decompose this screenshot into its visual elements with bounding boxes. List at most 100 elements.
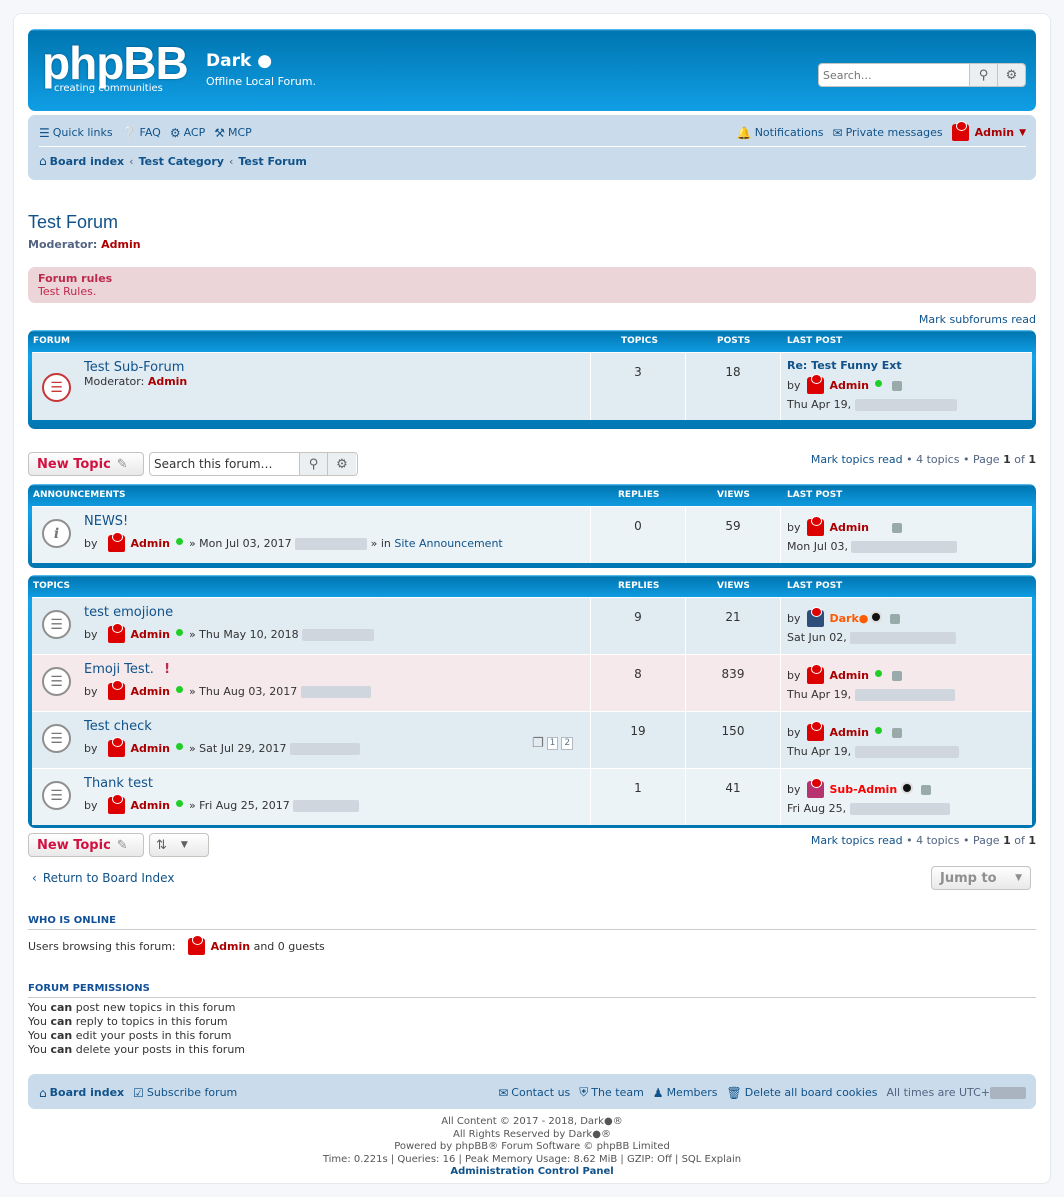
menu-icon: ☰	[39, 125, 50, 140]
topic-author[interactable]: Admin	[131, 799, 170, 812]
col-divider	[590, 769, 591, 825]
acp-link[interactable]: ⚙ ACP	[170, 126, 205, 140]
col-divider	[590, 507, 591, 563]
new-topic-button[interactable]: New Topic ✎	[28, 833, 144, 857]
topic-page-1[interactable]: 1	[546, 737, 559, 750]
faq-link[interactable]: ❔ FAQ	[122, 126, 161, 140]
who-online-user[interactable]: Admin	[211, 940, 250, 953]
footer-board-index[interactable]: ⌂ Board index	[39, 1086, 124, 1100]
breadcrumb-test-forum[interactable]: Test Forum	[238, 155, 306, 168]
jump-to-button[interactable]: Jump to ▼	[931, 866, 1031, 890]
last-post-user[interactable]: Admin	[830, 669, 869, 682]
page-current: 1	[1003, 453, 1011, 466]
sort-options-button[interactable]: ⇅ ▼	[149, 833, 209, 857]
user-menu[interactable]: Admin ▼	[951, 121, 1026, 141]
last-post-date: Fri Aug 25,	[787, 802, 847, 815]
mark-topics-read[interactable]: Mark topics read	[811, 453, 903, 466]
gear-icon[interactable]: ⚙	[997, 64, 1025, 86]
announcement-row[interactable]: i NEWS! by Admin » Mon Jul 03, 2017 » in S…	[32, 506, 1032, 563]
online-icon	[175, 800, 183, 807]
nav-divider	[39, 146, 1026, 147]
col-topics: TOPICS	[33, 581, 70, 591]
last-post-user[interactable]: Admin	[830, 379, 869, 392]
page-of: of	[1014, 834, 1025, 847]
the-team-link[interactable]: ⛨ The team	[579, 1085, 644, 1100]
members-link[interactable]: ♟ Members	[653, 1086, 718, 1100]
topic-author[interactable]: Admin	[131, 685, 170, 698]
breadcrumb-board-index[interactable]: Board index	[50, 155, 125, 168]
delete-cookies-link[interactable]: 🗑 Delete all board cookies	[727, 1086, 878, 1100]
mcp-link[interactable]: ⚒ MCP	[214, 126, 252, 140]
goto-post-icon[interactable]	[890, 613, 901, 624]
private-messages-link[interactable]: ✉ Private messages	[833, 126, 943, 140]
last-post-user[interactable]: Dark	[830, 612, 859, 625]
topic-title[interactable]: Thank test	[84, 776, 153, 791]
topics-header: TOPICS REPLIES VIEWS LAST POST	[32, 575, 1032, 597]
subforum-row[interactable]: ☰ Test Sub-Forum Moderator: Admin 3 18 R…	[32, 352, 1032, 420]
forum-search-input[interactable]: Search this forum…	[150, 453, 300, 475]
gear-icon[interactable]: ⚙	[328, 453, 356, 475]
topic-page-2[interactable]: 2	[561, 737, 574, 750]
topic-author[interactable]: Admin	[131, 628, 170, 641]
topic-row[interactable]: ☰ Test check by Admin » Sat Jul 29, 2017 ❐…	[32, 711, 1032, 768]
col-divider	[780, 353, 781, 420]
last-post-date: Sat Jun 02,	[787, 631, 847, 644]
mark-subforums-read[interactable]: Mark subforums read	[919, 313, 1036, 326]
contact-us-link[interactable]: ✉ Contact us	[498, 1086, 570, 1100]
mark-topics-read[interactable]: Mark topics read	[811, 834, 903, 847]
search-icon[interactable]: ⚲	[300, 453, 328, 475]
page-title[interactable]: Test Forum	[28, 212, 118, 233]
caret-down-icon: ▼	[180, 840, 188, 850]
copyright: All Content © 2017 - 2018, Dark●® All Ri…	[28, 1116, 1036, 1179]
return-board-index[interactable]: ‹ Return to Board Index	[32, 871, 174, 885]
topic-row[interactable]: ☰ Thank test by Admin » Fri Aug 25, 2017 1…	[32, 768, 1032, 825]
topic-title-wrap[interactable]: Emoji Test. !	[84, 662, 170, 677]
return-label: Return to Board Index	[42, 871, 175, 885]
search-icon[interactable]: ⚲	[969, 64, 997, 86]
subforum-moderator-link[interactable]: Admin	[148, 375, 187, 388]
redacted-time	[849, 803, 950, 815]
topic-count: 4 topics	[916, 453, 960, 466]
col-views: VIEWS	[717, 490, 750, 500]
topic-title[interactable]: test emojione	[84, 605, 173, 620]
in-label: » in	[370, 537, 391, 550]
goto-post-icon[interactable]	[891, 380, 902, 391]
topic-row[interactable]: ☰ Emoji Test. ! by Admin » Thu Aug 03, 201…	[32, 654, 1032, 711]
perm-pre: You	[28, 1001, 47, 1014]
reported-icon[interactable]: !	[164, 662, 170, 677]
goto-post-icon[interactable]	[921, 784, 932, 795]
redacted-time	[293, 799, 360, 812]
delete-cookies-label: Delete all board cookies	[744, 1086, 878, 1099]
acp-footer-link[interactable]: Administration Control Panel	[28, 1166, 1036, 1179]
col-divider	[590, 598, 591, 654]
quick-links-button[interactable]: ☰ Quick links	[39, 126, 113, 140]
topic-title[interactable]: Test check	[84, 719, 152, 734]
topic-count: 4 topics	[916, 834, 960, 847]
header-search-input[interactable]	[819, 64, 969, 86]
goto-post-icon[interactable]	[891, 727, 902, 738]
last-post-user[interactable]: Sub-Admin	[830, 783, 898, 796]
last-post: by Sub-Admin Fri Aug 25,	[787, 778, 950, 815]
topic-title[interactable]: NEWS!	[84, 514, 128, 529]
last-post-user[interactable]: Admin	[830, 521, 869, 534]
goto-post-icon[interactable]	[891, 670, 902, 681]
in-forum-link[interactable]: Site Announcement	[394, 537, 502, 550]
col-divider	[685, 712, 686, 768]
topic-author[interactable]: Admin	[131, 742, 170, 755]
goto-post-icon[interactable]	[891, 522, 902, 533]
new-topic-button[interactable]: New Topic ✎	[28, 452, 144, 476]
caret-down-icon: ▼	[1019, 127, 1026, 138]
subscribe-forum-link[interactable]: ☑ Subscribe forum	[133, 1086, 237, 1100]
pagination-bottom: Mark topics read • 4 topics • Page 1 of …	[810, 834, 1036, 847]
breadcrumb-test-category[interactable]: Test Category	[139, 155, 224, 168]
replies-count: 19	[630, 724, 646, 738]
notifications-link[interactable]: 🔔 Notifications	[737, 126, 824, 140]
subforum-title[interactable]: Test Sub-Forum	[84, 360, 184, 375]
topic-author[interactable]: Admin	[131, 537, 170, 550]
last-post-user[interactable]: Admin	[830, 726, 869, 739]
site-logo[interactable]: phpBB creating communities	[42, 40, 189, 94]
site-name[interactable]: Dark ●	[206, 51, 316, 71]
last-post-title[interactable]: Re: Test Funny Ext	[787, 359, 957, 372]
topic-row[interactable]: ☰ test emojione by Admin » Thu May 10, 201…	[32, 597, 1032, 654]
moderator-link[interactable]: Admin	[101, 238, 140, 251]
